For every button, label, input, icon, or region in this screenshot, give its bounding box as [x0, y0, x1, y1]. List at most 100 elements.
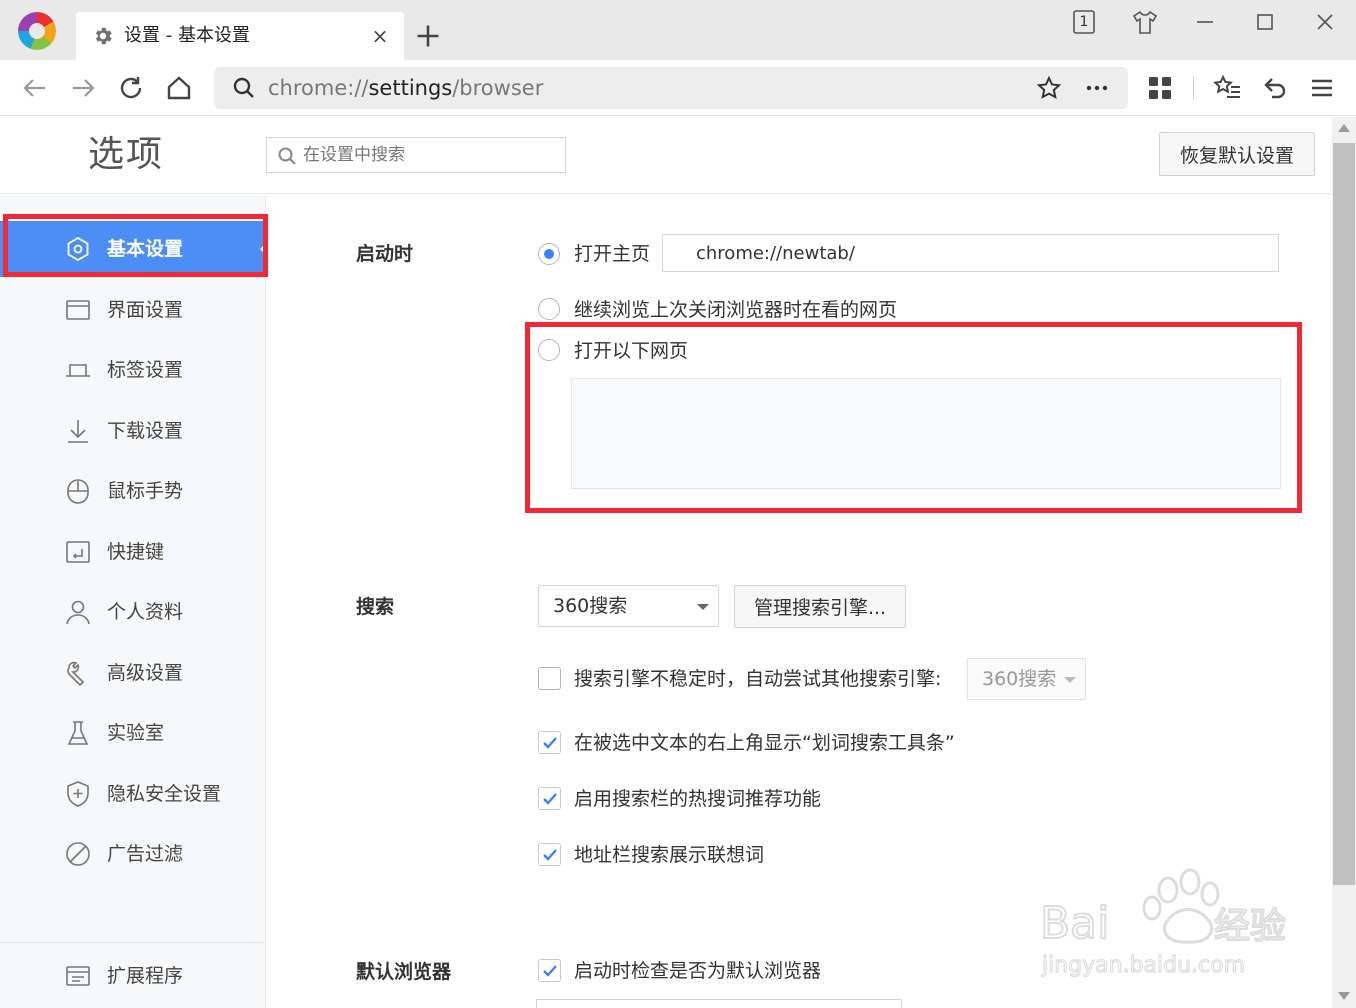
sidebar-item-label: 基本设置 — [107, 238, 184, 260]
favorites-list-icon[interactable] — [1213, 73, 1243, 103]
startup-pages-list[interactable] — [571, 378, 1281, 489]
radio-open-homepage-label: 打开主页 — [574, 243, 651, 265]
sidebar-item-mouse-gestures[interactable]: 鼠标手势 — [0, 463, 266, 519]
title-bar: 设置 - 基本设置 × 1 — [0, 0, 1356, 60]
settings-search-box[interactable] — [266, 137, 566, 173]
checkmark-icon — [543, 793, 557, 805]
menu-hamburger-icon[interactable] — [1307, 73, 1337, 103]
close-tab-icon[interactable]: × — [368, 24, 392, 48]
toolbar: chrome://settings/browser — [0, 60, 1356, 116]
tab-count-icon[interactable]: 1 — [1070, 8, 1098, 36]
search-icon — [278, 147, 296, 165]
checkbox-fallback-engine[interactable] — [538, 667, 561, 690]
forward-arrow-icon[interactable] — [68, 73, 98, 103]
section-label-search: 搜索 — [356, 596, 395, 618]
fallback-engine-value: 360搜索 — [982, 668, 1057, 690]
reload-icon[interactable] — [116, 73, 146, 103]
sidebar-item-tabs[interactable]: 标签设置 — [0, 342, 266, 398]
home-icon[interactable] — [164, 73, 194, 103]
homepage-url-input[interactable] — [662, 234, 1279, 272]
sidebar-item-interface[interactable]: 界面设置 — [0, 282, 266, 338]
sidebar-item-label: 个人资料 — [107, 601, 184, 623]
scrollbar-thumb[interactable] — [1333, 143, 1355, 885]
sidebar-item-profile[interactable]: 个人资料 — [0, 584, 266, 640]
sidebar-item-ad-filter[interactable]: 广告过滤 — [0, 826, 266, 882]
person-icon — [66, 600, 90, 625]
radio-continue-session[interactable] — [538, 298, 560, 320]
sidebar-item-downloads[interactable]: 下载设置 — [0, 403, 266, 459]
scroll-up-arrow-icon[interactable] — [1338, 124, 1350, 132]
more-dots-icon[interactable] — [1084, 75, 1110, 101]
download-icon — [68, 420, 88, 443]
fallback-engine-select[interactable]: 360搜索 — [967, 658, 1086, 700]
sidebar-item-shortcuts[interactable]: 快捷键 — [0, 524, 266, 580]
sidebar-item-label: 标签设置 — [107, 359, 184, 381]
tab-icon — [66, 364, 90, 377]
shortcut-icon — [66, 541, 90, 563]
url-path: /browser — [452, 76, 544, 100]
settings-header: 选项 恢复默认设置 — [0, 117, 1332, 194]
sidebar-item-label: 界面设置 — [107, 299, 184, 321]
checkbox-check-default-browser[interactable] — [538, 959, 561, 982]
reset-defaults-button[interactable]: 恢复默认设置 — [1159, 132, 1315, 176]
svg-text:Bai: Bai — [1040, 898, 1109, 949]
sidebar-item-label: 下载设置 — [107, 420, 184, 442]
address-url[interactable]: chrome://settings/browser — [268, 76, 543, 100]
baidu-watermark-logo: Bai 经验 jingyan.baidu.com — [1040, 868, 1287, 979]
back-arrow-icon[interactable] — [20, 73, 50, 103]
radio-continue-session-label: 继续浏览上次关闭浏览器时在看的网页 — [574, 299, 898, 321]
checkbox-selection-toolbar-label: 在被选中文本的右上角显示“划词搜索工具条” — [574, 732, 955, 754]
tab-settings[interactable]: 设置 - 基本设置 × — [76, 12, 404, 60]
checkbox-selection-toolbar[interactable] — [538, 731, 561, 754]
apps-grid-icon[interactable] — [1145, 73, 1175, 103]
basic-settings-icon — [67, 236, 89, 262]
minimize-icon[interactable] — [1191, 8, 1219, 36]
search-engine-value: 360搜索 — [553, 595, 628, 617]
sidebar-item-label: 快捷键 — [107, 541, 165, 563]
section-label-startup: 启动时 — [356, 243, 414, 265]
url-scheme: chrome:// — [268, 76, 369, 100]
maximize-icon[interactable] — [1251, 8, 1279, 36]
radio-open-pages-label: 打开以下网页 — [574, 340, 689, 362]
close-window-icon[interactable] — [1311, 8, 1339, 36]
skin-shirt-icon[interactable] — [1131, 8, 1159, 36]
checkbox-check-default-browser-label: 启动时检查是否为默认浏览器 — [574, 960, 822, 982]
radio-open-homepage[interactable] — [538, 243, 560, 265]
manage-search-engines-button[interactable]: 管理搜索引擎... — [734, 585, 906, 628]
scroll-down-arrow-icon[interactable] — [1338, 992, 1350, 1000]
page-title: 选项 — [88, 134, 165, 175]
checkbox-hot-words-label: 启用搜索栏的热搜词推荐功能 — [574, 788, 822, 810]
radio-open-pages[interactable] — [538, 339, 560, 361]
sidebar-item-label: 实验室 — [107, 722, 165, 744]
wrench-icon — [67, 661, 85, 687]
search-engine-select[interactable]: 360搜索 — [538, 585, 719, 627]
chevron-down-icon — [697, 604, 709, 610]
sidebar-item-basic-settings[interactable]: 基本设置 — [0, 221, 266, 277]
undo-close-icon[interactable] — [1259, 73, 1289, 103]
sidebar-item-lab[interactable]: 实验室 — [0, 705, 266, 761]
sidebar-item-label: 隐私安全设置 — [107, 783, 222, 805]
checkbox-address-suggestions-label: 地址栏搜索展示联想词 — [574, 844, 765, 866]
search-icon — [233, 77, 254, 98]
default-browser-select-partial[interactable] — [536, 999, 902, 1008]
sidebar-item-extensions[interactable]: 扩展程序 — [0, 948, 266, 1004]
new-tab-plus-icon[interactable] — [414, 22, 442, 50]
sidebar-item-privacy-security[interactable]: 隐私安全设置 — [0, 766, 266, 822]
checkmark-icon — [543, 965, 557, 977]
sidebar-divider — [0, 942, 265, 943]
bookmark-star-icon[interactable] — [1036, 75, 1062, 101]
svg-text:jingyan.baidu.com: jingyan.baidu.com — [1041, 953, 1245, 978]
browser-logo-icon[interactable] — [18, 12, 56, 50]
address-bar[interactable]: chrome://settings/browser — [214, 67, 1128, 109]
checkbox-address-suggestions[interactable] — [538, 843, 561, 866]
checkbox-fallback-engine-label: 搜索引擎不稳定时，自动尝试其他搜索引擎: — [574, 668, 942, 690]
flask-icon — [67, 721, 89, 745]
sidebar-item-label: 鼠标手势 — [107, 480, 184, 502]
settings-search-input[interactable] — [303, 142, 559, 168]
gear-icon — [95, 27, 112, 45]
sidebar-item-label: 广告过滤 — [107, 843, 184, 865]
shield-icon — [67, 781, 89, 807]
checkbox-hot-words[interactable] — [538, 787, 561, 810]
sidebar-item-label: 高级设置 — [107, 662, 184, 684]
sidebar-item-advanced[interactable]: 高级设置 — [0, 645, 266, 701]
